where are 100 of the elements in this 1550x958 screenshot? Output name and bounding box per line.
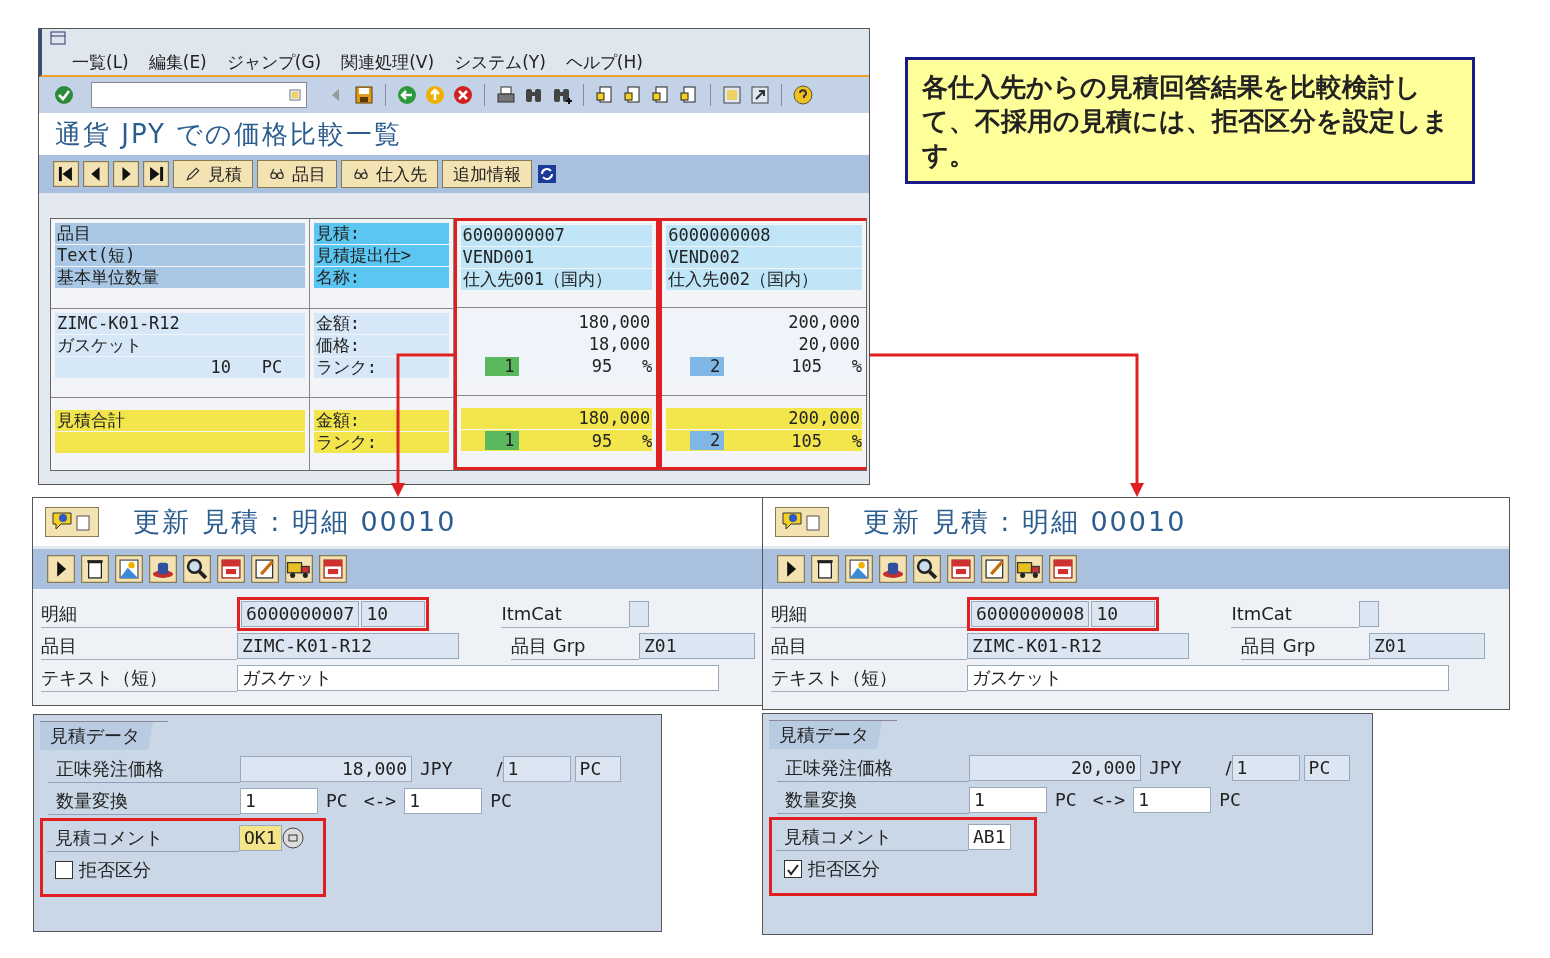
rank-badge: 1 — [484, 356, 519, 376]
triangle-right-icon[interactable] — [113, 161, 139, 187]
text-field[interactable]: ガスケット — [967, 664, 1449, 691]
amount-value: 180,000 — [460, 311, 653, 333]
item-category-field[interactable] — [629, 600, 650, 627]
currency-text: JPY — [1149, 757, 1182, 778]
bubble-icon[interactable] — [45, 507, 99, 537]
toolbar-button[interactable]: 仕入先 — [341, 160, 438, 188]
quantity-field[interactable]: 1 — [240, 787, 318, 814]
quote-number: 6000000008 — [666, 225, 862, 246]
play-icon[interactable] — [47, 555, 75, 583]
magnifier-icon[interactable] — [183, 555, 211, 583]
calendar-icon[interactable] — [217, 555, 245, 583]
section-tab[interactable]: 見積データ — [769, 720, 897, 749]
field-label: ランク: — [313, 356, 449, 378]
vendor-code: VEND001 — [460, 247, 653, 268]
material-text: ガスケット — [55, 334, 305, 356]
calendar-icon[interactable] — [947, 555, 975, 583]
cancel-icon[interactable] — [452, 84, 474, 106]
section-tab[interactable]: 見積データ — [40, 721, 168, 750]
skip-last-icon[interactable] — [143, 161, 169, 187]
menu-item[interactable]: ジャンプ(G) — [226, 50, 322, 74]
material-group-field: Z01 — [1369, 632, 1485, 659]
comment-field[interactable]: OK1 — [239, 824, 282, 851]
document-field: 6000000007 — [241, 600, 360, 627]
item-field: 10 — [361, 600, 426, 627]
document-field: 6000000008 — [971, 600, 1090, 627]
toolbar-button[interactable]: 追加情報 — [442, 160, 532, 188]
comment-field[interactable]: AB1 — [968, 823, 1011, 850]
field-label: 価格: — [313, 334, 449, 356]
truck-icon[interactable] — [285, 555, 313, 583]
percent-value: 105 — [790, 356, 822, 377]
callout-note: 各仕入先からの見積回答結果を比較検討して、不採用の見積には、拒否区分を設定します。 — [905, 57, 1475, 184]
percent-sign: % — [641, 356, 653, 377]
unit-field: PC — [1303, 754, 1350, 781]
triangle-left-icon[interactable] — [83, 161, 109, 187]
total-amount: 200,000 — [666, 408, 862, 430]
field-label: 見積提出仕> — [313, 245, 449, 266]
play-icon[interactable] — [777, 555, 805, 583]
trash-icon[interactable] — [811, 555, 839, 583]
checkbox[interactable] — [784, 859, 802, 878]
value-help-icon[interactable] — [281, 826, 304, 849]
printer-icon[interactable] — [495, 84, 517, 106]
bubble-icon[interactable] — [775, 507, 829, 537]
menu-item[interactable]: ヘルプ(H) — [565, 50, 643, 74]
pencil-icon — [184, 165, 202, 183]
toolbar-button[interactable]: 見積 — [173, 160, 253, 188]
help-icon[interactable] — [792, 84, 814, 106]
back-icon[interactable] — [396, 84, 418, 106]
field-label: 明細 — [41, 599, 237, 628]
checkbox[interactable] — [55, 860, 73, 879]
price-value: 18,000 — [460, 333, 653, 355]
screen-title: 通貨 JPY での価格比較一覧 — [55, 117, 403, 151]
material-field: ZIMC-K01-R12 — [967, 632, 1189, 659]
calendar-icon[interactable] — [1049, 555, 1077, 583]
new-window-icon[interactable] — [721, 84, 743, 106]
truck-icon[interactable] — [1015, 555, 1043, 583]
hat-icon[interactable] — [879, 555, 907, 583]
shortcut-icon[interactable] — [749, 84, 771, 106]
menu-item[interactable]: 関連処理(V) — [341, 50, 435, 74]
screen-title: 更新 見積 : 明細 00010 — [133, 505, 457, 539]
quantity-field[interactable]: 1 — [1133, 786, 1212, 813]
text-field[interactable]: ガスケット — [237, 664, 719, 691]
refresh-icon[interactable] — [536, 163, 558, 185]
rank-badge: 2 — [690, 431, 725, 451]
landscape-icon[interactable] — [115, 555, 143, 583]
toolbar-button[interactable]: 品目 — [257, 160, 337, 188]
net-price-field: 20,000 — [969, 754, 1141, 781]
check-icon[interactable] — [53, 84, 75, 106]
screen-title: 更新 見積 : 明細 00010 — [863, 505, 1187, 539]
checkbox-label: 拒否区分 — [808, 856, 880, 881]
save-icon[interactable] — [353, 84, 375, 106]
price-value: 20,000 — [666, 333, 862, 355]
field-label: ランク: — [313, 432, 449, 454]
calendar-icon[interactable] — [319, 555, 347, 583]
column-label: 品目 — [55, 223, 305, 244]
vendor-name: 仕入先002（国内） — [666, 269, 862, 290]
vendor-code: VEND002 — [666, 247, 862, 268]
conversion-text: <-> — [1092, 789, 1126, 810]
quantity-field[interactable]: 1 — [404, 787, 483, 814]
trash-icon[interactable] — [81, 555, 109, 583]
notepad-icon[interactable] — [981, 555, 1009, 583]
total-amount: 180,000 — [460, 408, 653, 430]
quantity-field[interactable]: 1 — [969, 786, 1047, 813]
percent-sign: % — [641, 430, 653, 451]
percent-value: 95 — [590, 430, 613, 451]
command-field[interactable] — [91, 82, 307, 108]
notepad-icon[interactable] — [251, 555, 279, 583]
new-window-icon — [288, 88, 302, 102]
skip-first-icon[interactable] — [53, 161, 79, 187]
menu-item[interactable]: 一覧(L) — [72, 50, 129, 74]
menu-item[interactable]: システム(Y) — [454, 50, 546, 74]
item-category-field[interactable] — [1359, 600, 1380, 627]
magnifier-icon[interactable] — [913, 555, 941, 583]
unit-field: PC — [574, 755, 621, 782]
field-label: 名称: — [313, 267, 449, 288]
hat-icon[interactable] — [149, 555, 177, 583]
menu-item[interactable]: 編集(E) — [148, 50, 207, 74]
landscape-icon[interactable] — [845, 555, 873, 583]
unit-text: PC — [490, 790, 512, 811]
